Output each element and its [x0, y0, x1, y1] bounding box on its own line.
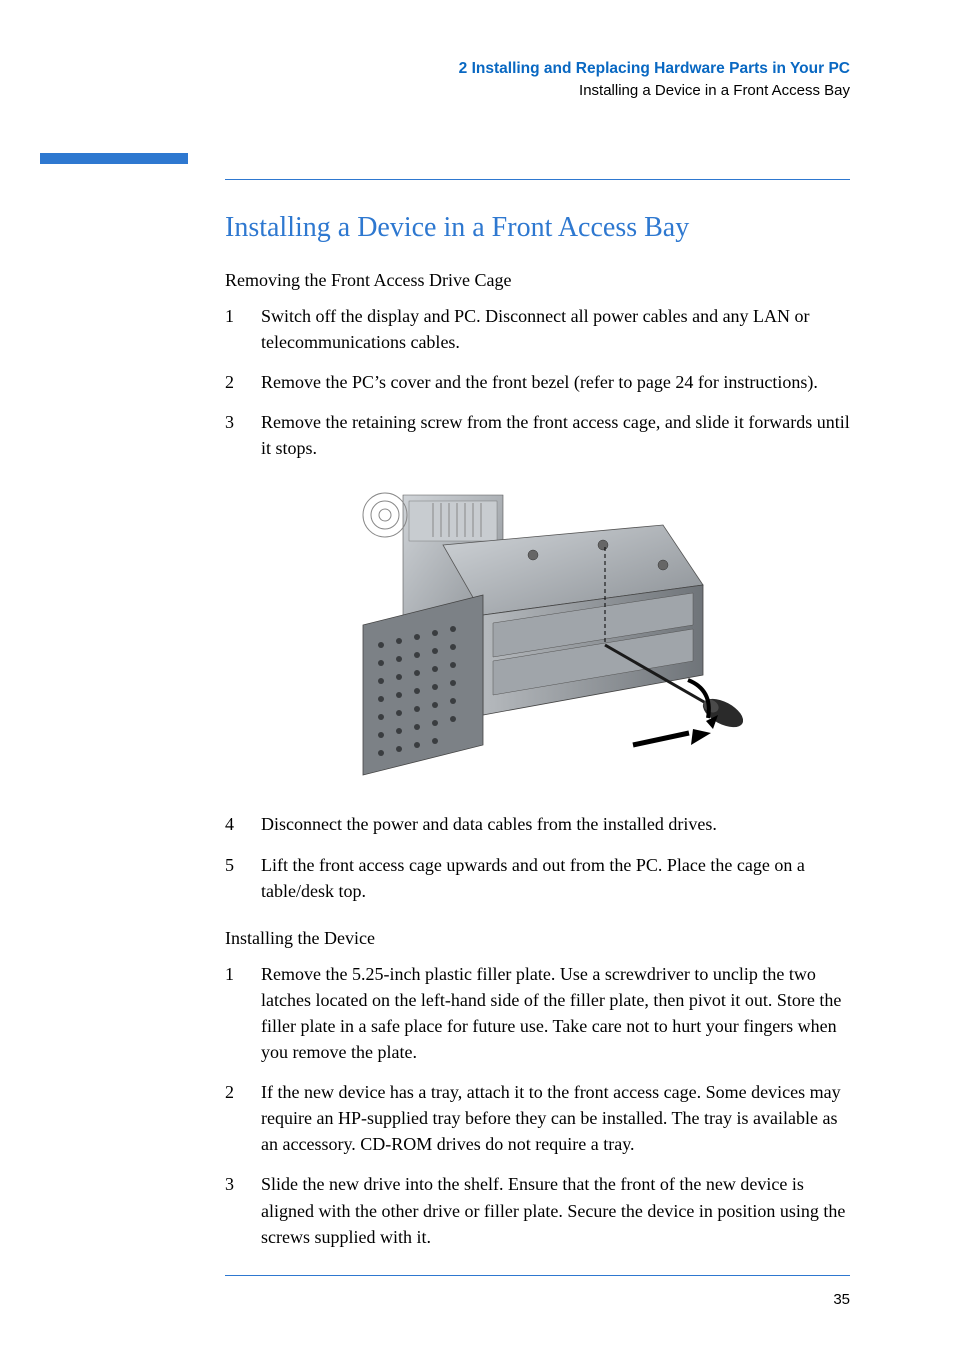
horizontal-rule: [225, 179, 850, 180]
drive-cage-illustration: [333, 485, 743, 785]
page-number: 35: [833, 1291, 850, 1308]
list-item: If the new device has a tray, attach it …: [225, 1079, 850, 1157]
footer-rule: [225, 1275, 850, 1276]
steps-list-1b: Disconnect the power and data cables fro…: [225, 811, 850, 903]
list-item: Remove the retaining screw from the fron…: [225, 409, 850, 461]
list-item: Slide the new drive into the shelf. Ensu…: [225, 1171, 850, 1249]
steps-list-2: Remove the 5.25-inch plastic filler plat…: [225, 961, 850, 1250]
figure-drive-cage: [225, 485, 850, 785]
subheading-removing-cage: Removing the Front Access Drive Cage: [225, 270, 850, 291]
header-section-label: Installing a Device in a Front Access Ba…: [225, 82, 850, 99]
steps-list-1a: Switch off the display and PC. Disconnec…: [225, 303, 850, 461]
list-item: Disconnect the power and data cables fro…: [225, 811, 850, 837]
accent-bar: [225, 153, 850, 165]
page-title: Installing a Device in a Front Access Ba…: [225, 212, 850, 244]
header-chapter-label: 2 Installing and Replacing Hardware Part…: [225, 60, 850, 78]
list-item: Remove the PC’s cover and the front beze…: [225, 369, 850, 395]
list-item: Remove the 5.25-inch plastic filler plat…: [225, 961, 850, 1065]
subheading-installing-device: Installing the Device: [225, 928, 850, 949]
list-item: Switch off the display and PC. Disconnec…: [225, 303, 850, 355]
list-item: Lift the front access cage upwards and o…: [225, 852, 850, 904]
page-header: 2 Installing and Replacing Hardware Part…: [225, 60, 850, 99]
